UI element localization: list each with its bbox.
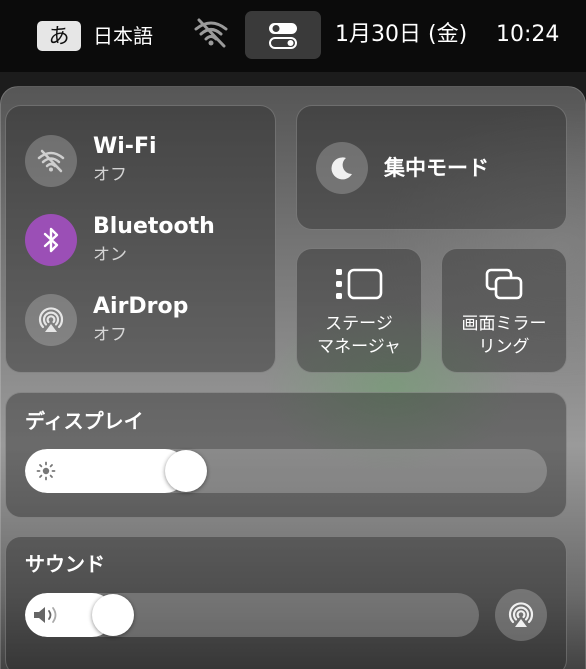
speaker-icon xyxy=(34,607,57,623)
display-label: ディスプレイ xyxy=(25,409,144,433)
wifi-off-icon[interactable] xyxy=(193,18,229,48)
wifi-label: Wi-Fi xyxy=(93,134,157,159)
input-method-indicator[interactable]: あ xyxy=(37,21,81,51)
input-method-label[interactable]: 日本語 xyxy=(93,20,153,52)
wifi-status: オフ xyxy=(93,165,127,185)
bluetooth-label: Bluetooth xyxy=(93,214,215,239)
volume-slider-knob[interactable] xyxy=(91,594,134,636)
airdrop-toggle[interactable] xyxy=(25,294,77,346)
menu-bar: あ 日本語 1月30日 (金) 10:24 xyxy=(0,0,586,72)
airdrop-label: AirDrop xyxy=(93,294,189,319)
airplay-audio-icon xyxy=(508,602,534,627)
screen-mirroring-label-line2: リング xyxy=(478,337,530,357)
moon-icon xyxy=(331,157,352,180)
sound-output-button[interactable] xyxy=(495,589,547,641)
menu-bar-time[interactable]: 10:24 xyxy=(496,19,559,51)
stage-manager-icon xyxy=(336,268,383,300)
control-center-icon xyxy=(269,23,297,49)
brightness-slider-knob[interactable] xyxy=(164,450,207,492)
bluetooth-status: オン xyxy=(93,245,127,265)
input-method-glyph: あ xyxy=(48,24,70,48)
airdrop-icon xyxy=(38,307,64,332)
wifi-toggle[interactable] xyxy=(25,135,77,187)
sun-icon xyxy=(36,461,56,481)
focus-toggle[interactable] xyxy=(316,142,368,194)
menu-bar-date[interactable]: 1月30日 (金) xyxy=(335,19,467,51)
screen-mirroring-label-line1: 画面ミラー xyxy=(461,314,547,334)
focus-label: 集中モード xyxy=(384,156,489,180)
bluetooth-icon xyxy=(43,227,59,253)
brightness-slider[interactable] xyxy=(25,449,547,493)
control-center-button[interactable] xyxy=(245,11,321,59)
sound-label: サウンド xyxy=(25,552,105,576)
airdrop-status: オフ xyxy=(93,325,127,345)
screen-mirroring-icon xyxy=(485,268,523,300)
wifi-off-icon xyxy=(37,149,65,173)
bluetooth-toggle[interactable] xyxy=(25,214,77,266)
stage-manager-label-line2: マネージャ xyxy=(317,337,401,357)
stage-manager-label-line1: ステージ xyxy=(325,314,393,334)
